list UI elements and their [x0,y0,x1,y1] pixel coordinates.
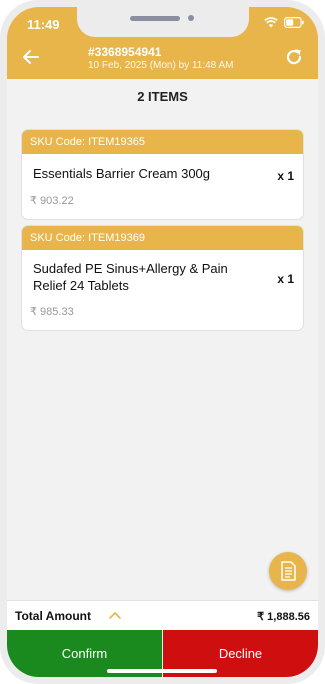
item-price: ₹ 903.22 [30,195,74,207]
order-subtitle: 10 Feb, 2025 (Mon) by 11:48 AM [88,60,234,71]
device-notch [77,7,249,37]
total-value: ₹ 1,888.56 [257,611,310,623]
total-bar: Total Amount ₹ 1,888.56 [7,600,318,631]
refresh-icon[interactable] [284,47,304,67]
document-icon [281,561,296,581]
item-card: SKU Code: ITEM19365 Essentials Barrier C… [22,130,303,219]
chevron-up-icon[interactable] [108,610,122,620]
status-icons [264,17,304,28]
home-indicator[interactable] [107,669,217,673]
camera [188,15,194,21]
item-quantity: x 1 [277,169,294,183]
battery-icon [284,17,304,28]
sku-code: SKU Code: ITEM19365 [22,130,303,154]
speaker [130,16,180,21]
invoice-button[interactable] [269,552,307,590]
item-name: Essentials Barrier Cream 300g [33,166,211,181]
app-screen: 11:49 #3368954941 10 Feb, 2025 (Mon) by … [7,7,318,677]
status-time: 11:49 [27,17,60,32]
back-arrow-icon[interactable] [21,47,41,67]
phone-frame: 11:49 #3368954941 10 Feb, 2025 (Mon) by … [0,0,325,684]
item-name: Sudafed PE Sinus+Allergy & Pain Relief 2… [33,261,228,293]
item-quantity: x 1 [277,272,294,286]
total-label: Total Amount [15,609,91,623]
items-count-title: 2 ITEMS [137,89,188,104]
sku-code: SKU Code: ITEM19369 [22,226,303,250]
order-id: #3368954941 [88,45,162,59]
wifi-icon [264,17,278,28]
item-price: ₹ 985.33 [30,306,74,318]
item-card: SKU Code: ITEM19369 Sudafed PE Sinus+All… [22,226,303,330]
